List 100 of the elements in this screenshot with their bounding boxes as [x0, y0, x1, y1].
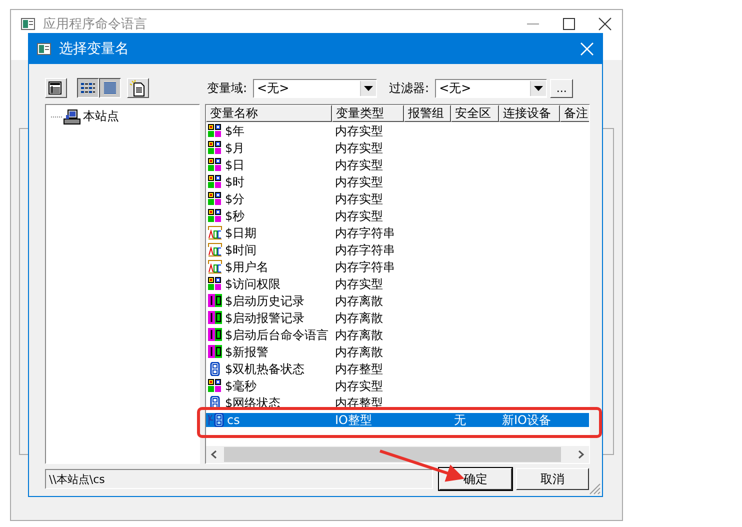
table-cell: 内存离散: [335, 344, 383, 360]
antenna-digit-icon: [208, 413, 224, 427]
table-row[interactable]: $双机热备状态 内存整型: [206, 362, 589, 376]
app-icon: [37, 43, 51, 55]
computer-icon: [63, 108, 81, 124]
table-row[interactable]: $用户名 内存字符串: [206, 260, 589, 274]
details-view-button[interactable]: [99, 78, 121, 98]
table-cell: $分: [225, 190, 245, 208]
digit-icon: [208, 362, 222, 376]
field-label: 过滤器:: [389, 80, 430, 96]
column-header[interactable]: 变量名称: [206, 105, 332, 122]
switch-icon: [208, 294, 222, 308]
table-cell: $日期: [225, 224, 257, 242]
dropdown-arrow-icon[interactable]: [364, 86, 374, 90]
text-abc-icon: [208, 226, 222, 240]
table-row[interactable]: $毫秒 内存实型: [206, 379, 589, 393]
table-row[interactable]: $时间 内存字符串: [206, 243, 589, 257]
table-cell: 内存实型: [335, 140, 383, 156]
table-cell: IO整型: [335, 412, 372, 428]
scroll-thumb[interactable]: [224, 447, 561, 462]
column-header[interactable]: 备注: [560, 105, 589, 122]
field-label: 变量域:: [207, 80, 248, 96]
table-row[interactable]: $启动历史记录 内存离散: [206, 294, 589, 308]
table-cell: 内存离散: [335, 292, 383, 310]
table-cell: $启动报警记录: [225, 310, 305, 326]
table-row[interactable]: cs IO整型 无 新IO设备: [206, 413, 589, 427]
table-cell: 内存字符串: [335, 258, 395, 276]
tree-line: [51, 116, 63, 118]
table-cell: $年: [225, 122, 245, 140]
table-row[interactable]: $月 内存实型: [206, 141, 589, 155]
table-cell: $双机热备状态: [225, 360, 305, 378]
table-cell: $秒: [225, 208, 245, 224]
table-cell: cs: [227, 413, 240, 427]
app-icon: [21, 18, 35, 30]
table-cell: $新报警: [225, 344, 269, 360]
column-header[interactable]: 安全区: [451, 105, 499, 122]
table-row[interactable]: $访问权限 内存实型: [206, 277, 589, 291]
table-cell: $启动后台命令语言: [225, 326, 329, 344]
window-title: 应用程序命令语言: [43, 16, 147, 33]
title-bar: 选择变量名: [29, 34, 602, 64]
table-cell: 内存实型: [335, 208, 383, 224]
table-cell: 内存实型: [335, 174, 383, 190]
table-cell: 内存整型: [335, 360, 383, 378]
table-row[interactable]: $新报警 内存离散: [206, 345, 589, 359]
table-cell: 内存字符串: [335, 242, 395, 258]
table-cell: 内存实型: [335, 156, 383, 174]
list-view-button[interactable]: [77, 78, 99, 98]
table-cell: 内存实型: [335, 190, 383, 208]
table-row[interactable]: $年 内存实型: [206, 124, 589, 138]
table-cell: $月: [225, 140, 245, 156]
column-header[interactable]: 变量类型: [332, 105, 404, 122]
table-cell: 内存实型: [335, 122, 383, 140]
table-cell: 内存离散: [335, 326, 383, 344]
grid-icon: [208, 141, 222, 155]
table-row[interactable]: $时 内存实型: [206, 175, 589, 189]
switch-icon: [208, 328, 222, 342]
resize-grip-icon[interactable]: [589, 483, 601, 495]
switch-icon: [208, 345, 222, 359]
table-row[interactable]: $启动后台命令语言 内存离散: [206, 328, 589, 342]
tree-item[interactable]: 本站点: [81, 107, 121, 126]
scope-dropdown[interactable]: <无>: [253, 78, 378, 98]
table-cell: 新IO设备: [502, 412, 551, 428]
table-cell: 内存实型: [335, 276, 383, 292]
tree-view-button[interactable]: [45, 78, 67, 98]
close-icon[interactable]: [598, 17, 612, 31]
table-cell: $时间: [225, 242, 257, 258]
table-cell: $日: [225, 156, 245, 174]
cancel-button[interactable]: 取消: [516, 468, 589, 490]
column-header[interactable]: 报警组: [404, 105, 451, 122]
table-cell: $启动历史记录: [225, 292, 305, 310]
table-row[interactable]: $日 内存实型: [206, 158, 589, 172]
new-document-button[interactable]: [127, 78, 149, 98]
grid-icon: [208, 175, 222, 189]
grid-icon: [208, 277, 222, 291]
table-row[interactable]: $秒 内存实型: [206, 209, 589, 223]
grid-icon: [208, 124, 222, 138]
column-header[interactable]: 连接设备: [499, 105, 560, 122]
table-cell: $访问权限: [225, 276, 281, 292]
grid-icon: [208, 192, 222, 206]
horizontal-scrollbar[interactable]: [206, 446, 589, 463]
table-row[interactable]: $启动报警记录 内存离散: [206, 311, 589, 325]
table-cell: $用户名: [225, 258, 269, 276]
table-row[interactable]: $日期 内存字符串: [206, 226, 589, 240]
table-row[interactable]: $分 内存实型: [206, 192, 589, 206]
browse-button[interactable]: ...: [550, 78, 574, 98]
table-cell: $毫秒: [225, 378, 257, 394]
grid-icon: [208, 209, 222, 223]
maximize-icon[interactable]: [562, 17, 576, 31]
table-cell: 内存实型: [335, 378, 383, 394]
path-field: \\本站点\cs: [45, 469, 433, 489]
text-abc-icon: [208, 260, 222, 274]
text-abc-icon: [208, 243, 222, 257]
dropdown-arrow-icon[interactable]: [534, 86, 544, 90]
switch-icon: [208, 311, 222, 325]
table-cell: 内存字符串: [335, 224, 395, 242]
table-cell: 内存离散: [335, 310, 383, 326]
table-cell: 无: [454, 412, 466, 428]
grid-icon: [208, 379, 222, 393]
filter-dropdown[interactable]: <无>: [435, 78, 548, 98]
grid-icon: [208, 158, 222, 172]
